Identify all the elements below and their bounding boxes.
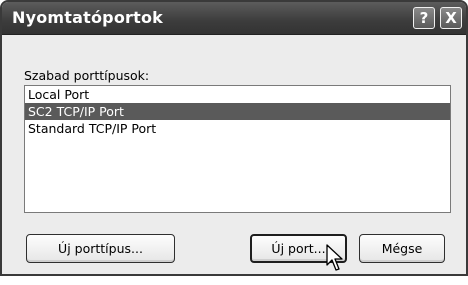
help-button[interactable]: ? <box>413 7 435 29</box>
printer-ports-dialog: Nyomtatóportok ? X Szabad porttípusok: L… <box>0 0 468 276</box>
close-icon: X <box>445 9 457 27</box>
mouse-cursor-icon <box>326 244 343 271</box>
list-item-standard-tcpip-port[interactable]: Standard TCP/IP Port <box>25 120 450 137</box>
new-port-type-button[interactable]: Új porttípus... <box>26 234 175 263</box>
cancel-button[interactable]: Mégse <box>359 234 445 263</box>
dialog-title: Nyomtatóportok <box>12 8 163 27</box>
list-item-local-port[interactable]: Local Port <box>25 86 450 103</box>
port-types-listbox[interactable]: Local Port SC2 TCP/IP Port Standard TCP/… <box>24 85 451 213</box>
close-button[interactable]: X <box>440 7 462 29</box>
help-icon: ? <box>419 9 429 27</box>
available-port-types-label: Szabad porttípusok: <box>24 68 150 83</box>
list-item-sc2-tcpip-port[interactable]: SC2 TCP/IP Port <box>25 103 450 120</box>
bottom-strip <box>0 276 468 285</box>
title-bar[interactable]: Nyomtatóportok ? X <box>2 2 466 35</box>
